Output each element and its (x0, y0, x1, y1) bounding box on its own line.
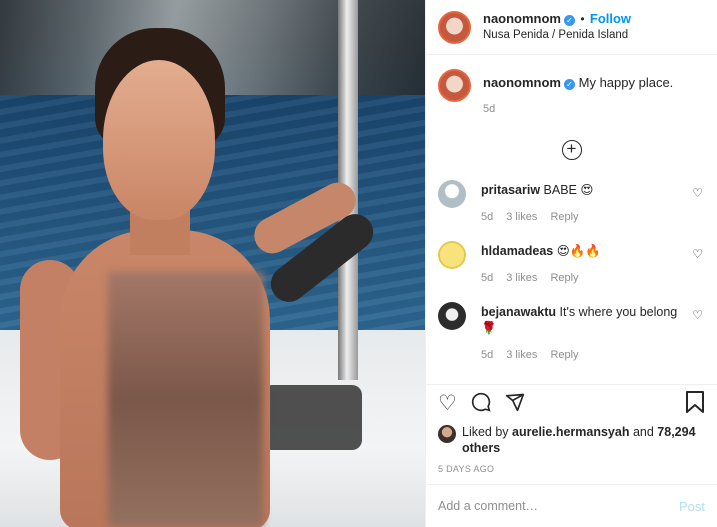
comment-likes[interactable]: 3 likes (506, 272, 537, 284)
action-bar: ♡ (426, 384, 717, 422)
add-comment-row: Post (426, 484, 717, 527)
verified-icon: ✓ (564, 15, 575, 26)
comment-text: BABE 😍 (543, 183, 594, 197)
comment-username[interactable]: bejanawaktu (481, 305, 556, 319)
comment-item: pritasariw BABE 😍 5d 3 likes Reply ♡ (438, 180, 705, 225)
comment-like-icon[interactable]: ♡ (692, 186, 703, 200)
reply-button[interactable]: Reply (550, 349, 578, 361)
photo-person-face (103, 60, 215, 220)
separator-dot: • (577, 12, 588, 26)
comment-body: pritasariw BABE 😍 5d 3 likes Reply (481, 180, 681, 225)
author-username[interactable]: naonomnom (483, 11, 561, 26)
commenter-avatar[interactable] (438, 180, 466, 208)
liker-username[interactable]: aurelie.hermansyah (512, 425, 629, 439)
comment-text: 😍🔥🔥 (556, 244, 601, 258)
comment-like-icon[interactable]: ♡ (692, 247, 703, 261)
caption-username[interactable]: naonomnom (483, 75, 561, 90)
comment-meta: 5d 3 likes Reply (481, 270, 681, 286)
comment-input[interactable] (438, 499, 679, 513)
comment-icon[interactable] (471, 392, 491, 416)
follow-button[interactable]: Follow (590, 11, 631, 26)
location-link[interactable]: Nusa Penida / Penida Island (483, 27, 631, 43)
comments-section: naonomnom ✓ My happy place. 5d + pritasar… (426, 55, 717, 384)
post-comment-button[interactable]: Post (679, 499, 705, 514)
reply-button[interactable]: Reply (550, 211, 578, 223)
likes-joiner: and (632, 425, 654, 439)
load-more: + (438, 140, 705, 160)
reply-button[interactable]: Reply (550, 272, 578, 284)
verified-icon: ✓ (564, 79, 575, 90)
author-avatar[interactable] (438, 10, 471, 44)
paper-plane-icon[interactable] (505, 392, 525, 416)
caption-text: My happy place. (578, 75, 674, 90)
caption-avatar[interactable] (438, 69, 471, 102)
comment-username[interactable]: hldamadeas (481, 244, 553, 258)
likes-summary: Liked by aurelie.hermansyah and 78,294 o… (426, 422, 717, 456)
commenter-avatar[interactable] (438, 241, 466, 269)
comment-body: bejanawaktu It's where you belong 🌹 5d 3 … (481, 302, 681, 363)
comment-likes[interactable]: 3 likes (506, 211, 537, 223)
author-info: naonomnom ✓ • Follow Nusa Penida / Penida… (483, 11, 631, 43)
caption-body: naonomnom ✓ My happy place. 5d (483, 69, 673, 118)
caption: naonomnom ✓ My happy place. 5d (438, 69, 705, 118)
comment-age: 5d (481, 272, 494, 284)
plus-circle-icon[interactable]: + (561, 140, 582, 160)
comment-item: hldamadeas 😍🔥🔥 5d 3 likes Reply ♡ (438, 241, 705, 286)
bookmark-icon[interactable] (685, 390, 705, 417)
comment-body: hldamadeas 😍🔥🔥 5d 3 likes Reply (481, 241, 681, 286)
comment-age: 5d (481, 349, 494, 361)
comment-likes[interactable]: 3 likes (506, 349, 537, 361)
post-sidebar: naonomnom ✓ • Follow Nusa Penida / Penida… (425, 0, 717, 527)
post-timestamp[interactable]: 5 DAYS AGO (426, 456, 717, 484)
post-photo[interactable] (0, 0, 425, 527)
photo-blur-patch (108, 272, 263, 527)
comment-meta: 5d 3 likes Reply (481, 209, 681, 225)
comment-age: 5d (481, 211, 494, 223)
caption-age: 5d (483, 103, 496, 115)
liker-avatar[interactable] (438, 425, 456, 443)
heart-icon[interactable]: ♡ (438, 393, 457, 414)
likes-prefix: Liked by (462, 425, 509, 439)
comment-meta: 5d 3 likes Reply (481, 347, 681, 363)
comment-like-icon[interactable]: ♡ (692, 308, 703, 322)
instagram-post: naonomnom ✓ • Follow Nusa Penida / Penida… (0, 0, 717, 527)
post-header: naonomnom ✓ • Follow Nusa Penida / Penida… (426, 0, 717, 55)
commenter-avatar[interactable] (438, 302, 466, 330)
comment-item: bejanawaktu It's where you belong 🌹 5d 3 … (438, 302, 705, 363)
photo-seat (262, 385, 362, 450)
comment-username[interactable]: pritasariw (481, 183, 540, 197)
